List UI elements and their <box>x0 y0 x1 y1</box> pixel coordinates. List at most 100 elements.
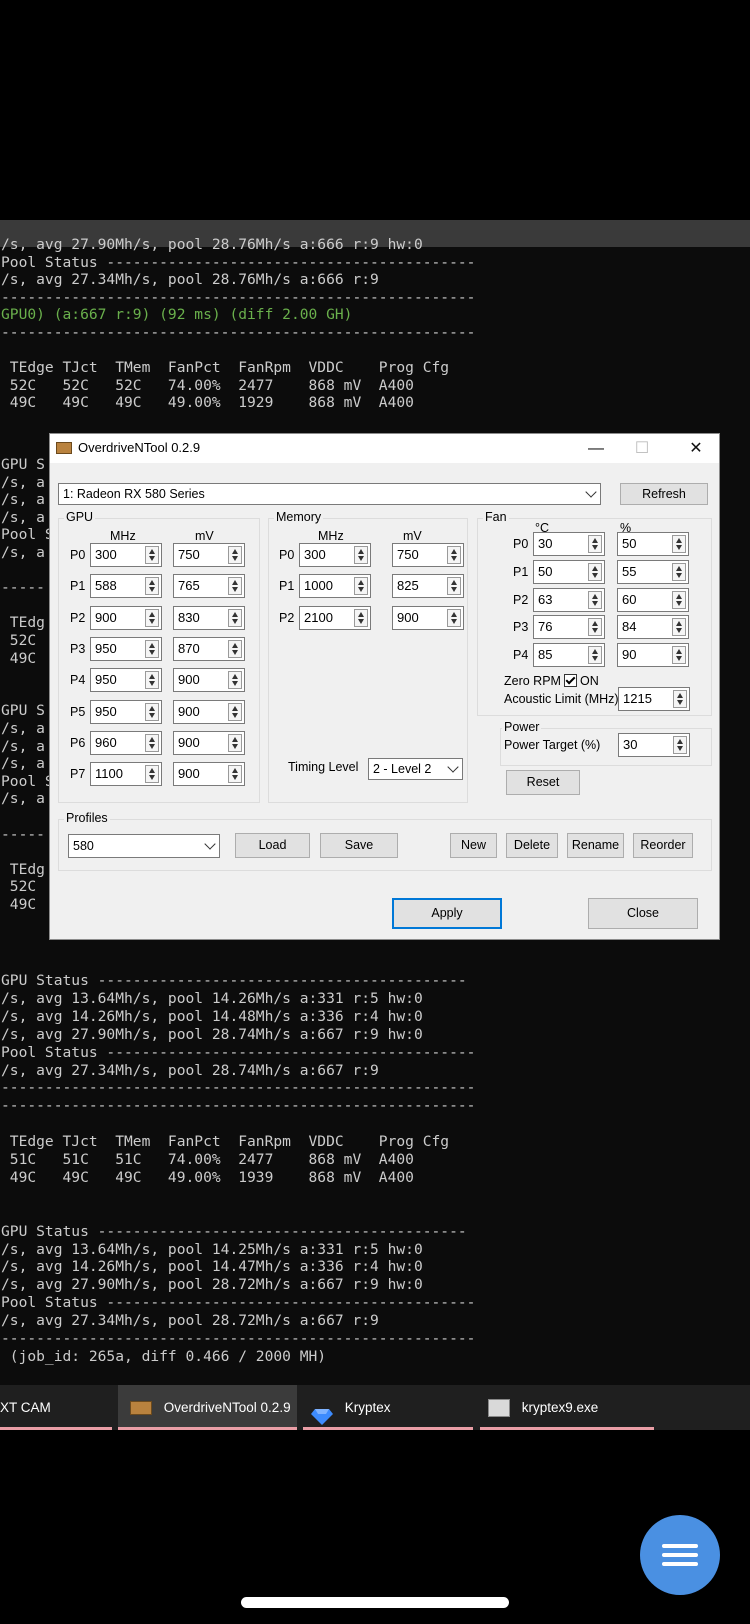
spinner-icon[interactable] <box>672 646 686 665</box>
pstate-mhz-field[interactable]: 950 <box>90 636 162 661</box>
rename-profile-button[interactable]: Rename <box>567 833 624 858</box>
spinner-icon[interactable] <box>354 608 368 627</box>
spinner-icon[interactable] <box>228 733 242 752</box>
gpu-select[interactable]: 1: Radeon RX 580 Series <box>58 483 601 505</box>
taskbar-item-overdriventool[interactable]: OverdriveNTool 0.2.9 <box>118 1385 297 1430</box>
terminal-line: /s, a <box>1 544 45 561</box>
taskbar-item-kryptex9[interactable]: kryptex9.exe <box>480 1385 654 1430</box>
pstate-mv-field[interactable]: 900 <box>173 730 245 755</box>
spinner-icon[interactable] <box>588 590 602 609</box>
spinner-icon[interactable] <box>588 562 602 581</box>
pstate-mv-field[interactable]: 830 <box>173 605 245 630</box>
spinner-icon[interactable] <box>145 639 159 658</box>
spinner-icon[interactable] <box>228 546 242 564</box>
pstate-mhz-field[interactable]: 900 <box>90 605 162 630</box>
spinner-icon[interactable] <box>145 546 159 564</box>
spinner-icon[interactable] <box>145 702 159 721</box>
spinner-icon[interactable] <box>447 546 461 564</box>
pstate-mv-field[interactable]: 750 <box>173 543 245 567</box>
pstate-mhz-value: 950 <box>95 672 117 688</box>
pstate-pct-field[interactable]: 84 <box>617 615 689 640</box>
acoustic-limit-field[interactable]: 1215 <box>618 687 690 711</box>
pstate-mv-field[interactable]: 825 <box>392 574 464 599</box>
pstate-mhz-field[interactable]: 300 <box>90 543 162 567</box>
taskbar-item-kryptex[interactable]: Kryptex <box>303 1385 473 1430</box>
spinner-icon[interactable] <box>145 765 159 784</box>
spinner-icon[interactable] <box>588 646 602 665</box>
pstate-mv-field[interactable]: 750 <box>392 543 464 567</box>
pstate-label: P1 <box>70 579 86 594</box>
pstate-mv-field[interactable]: 900 <box>173 762 245 787</box>
pstate-label: P3 <box>70 641 86 656</box>
zero-rpm-checkbox[interactable] <box>564 674 577 687</box>
pstate-temp-field[interactable]: 50 <box>533 559 605 584</box>
pstate-mhz-field[interactable]: 1100 <box>90 762 162 787</box>
pstate-mv-field[interactable]: 900 <box>173 699 245 724</box>
spinner-icon[interactable] <box>145 733 159 752</box>
spinner-icon[interactable] <box>588 618 602 637</box>
profile-select[interactable]: 580 <box>68 834 220 858</box>
spinner-icon[interactable] <box>228 577 242 596</box>
pstate-mv-field[interactable]: 765 <box>173 574 245 599</box>
terminal-line: /s, avg 27.90Mh/s, pool 28.76Mh/s a:666 … <box>1 236 423 253</box>
pstate-pct-value: 84 <box>622 619 637 635</box>
pstate-mhz-field[interactable]: 300 <box>299 543 371 567</box>
close-button[interactable]: Close <box>588 898 698 929</box>
save-profile-button[interactable]: Save <box>320 833 398 858</box>
close-window-button[interactable]: ✕ <box>673 434 719 463</box>
pstate-mhz-field[interactable]: 588 <box>90 574 162 599</box>
spinner-icon[interactable] <box>673 736 687 754</box>
spinner-icon[interactable] <box>588 535 602 553</box>
spinner-icon[interactable] <box>672 590 686 609</box>
home-indicator[interactable] <box>241 1597 509 1608</box>
minimize-button[interactable]: — <box>573 434 619 463</box>
delete-profile-button[interactable]: Delete <box>506 833 558 858</box>
pstate-mhz-field[interactable]: 2100 <box>299 605 371 630</box>
new-profile-button[interactable]: New <box>450 833 497 858</box>
load-profile-button[interactable]: Load <box>235 833 310 858</box>
power-target-field[interactable]: 30 <box>618 733 690 757</box>
spinner-icon[interactable] <box>228 702 242 721</box>
pstate-pct-field[interactable]: 90 <box>617 643 689 668</box>
spinner-icon[interactable] <box>673 690 687 708</box>
apply-button[interactable]: Apply <box>392 898 502 929</box>
terminal-line: /s, a <box>1 720 45 737</box>
pstate-pct-field[interactable]: 60 <box>617 587 689 612</box>
pstate-temp-field[interactable]: 30 <box>533 532 605 556</box>
pstate-mv-field[interactable]: 870 <box>173 636 245 661</box>
exe-window-icon <box>488 1399 510 1418</box>
menu-fab-button[interactable] <box>640 1515 720 1595</box>
pstate-pct-field[interactable]: 55 <box>617 559 689 584</box>
maximize-button[interactable]: ☐ <box>619 434 665 463</box>
spinner-icon[interactable] <box>228 608 242 627</box>
pstate-mhz-field[interactable]: 1000 <box>299 574 371 599</box>
timing-level-select[interactable]: 2 - Level 2 <box>368 758 463 780</box>
spinner-icon[interactable] <box>447 608 461 627</box>
reorder-profile-button[interactable]: Reorder <box>633 833 693 858</box>
spinner-icon[interactable] <box>145 608 159 627</box>
timing-level-label: Timing Level <box>288 760 359 774</box>
spinner-icon[interactable] <box>145 577 159 596</box>
spinner-icon[interactable] <box>228 765 242 784</box>
pstate-mhz-field[interactable]: 950 <box>90 699 162 724</box>
spinner-icon[interactable] <box>672 562 686 581</box>
spinner-icon[interactable] <box>228 671 242 690</box>
spinner-icon[interactable] <box>354 546 368 564</box>
pstate-temp-field[interactable]: 85 <box>533 643 605 668</box>
taskbar-item-xtcam[interactable]: XT CAM <box>0 1385 112 1430</box>
refresh-button[interactable]: Refresh <box>620 483 708 505</box>
spinner-icon[interactable] <box>672 618 686 637</box>
spinner-icon[interactable] <box>145 671 159 690</box>
pstate-temp-field[interactable]: 63 <box>533 587 605 612</box>
pstate-mhz-field[interactable]: 960 <box>90 730 162 755</box>
pstate-mv-field[interactable]: 900 <box>392 605 464 630</box>
pstate-mhz-field[interactable]: 950 <box>90 668 162 693</box>
pstate-pct-field[interactable]: 50 <box>617 532 689 556</box>
pstate-temp-field[interactable]: 76 <box>533 615 605 640</box>
spinner-icon[interactable] <box>672 535 686 553</box>
pstate-mv-field[interactable]: 900 <box>173 668 245 693</box>
spinner-icon[interactable] <box>228 639 242 658</box>
spinner-icon[interactable] <box>447 577 461 596</box>
reset-button[interactable]: Reset <box>506 770 580 795</box>
spinner-icon[interactable] <box>354 577 368 596</box>
